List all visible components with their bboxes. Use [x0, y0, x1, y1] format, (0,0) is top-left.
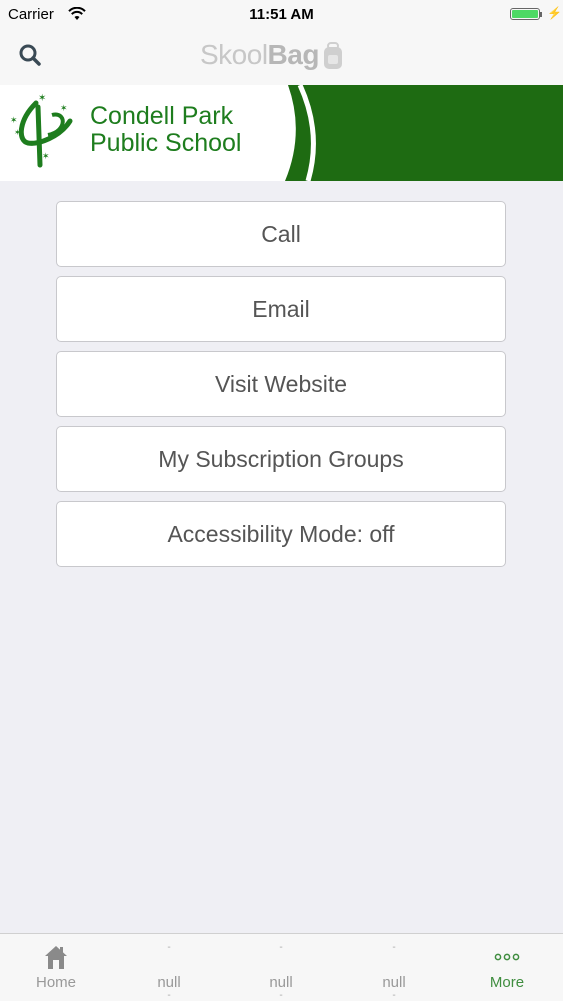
- banner-stripe: [285, 85, 563, 181]
- tab-placeholder-mark: -: [392, 990, 396, 1001]
- visit-website-button[interactable]: Visit Website: [56, 351, 506, 417]
- call-button[interactable]: Call: [56, 201, 506, 267]
- menu-list: Call Email Visit Website My Subscription…: [56, 201, 506, 576]
- battery-fill: [512, 10, 538, 18]
- tab-placeholder-mark: -: [279, 942, 283, 953]
- clock: 11:51 AM: [249, 6, 314, 23]
- tab-more[interactable]: More: [451, 934, 563, 1001]
- tab-home[interactable]: Home: [0, 934, 112, 1001]
- school-name-line1: Condell Park: [90, 102, 234, 130]
- battery-icon: [510, 8, 540, 20]
- svg-text:✶: ✶: [38, 93, 46, 104]
- tab-null-2-label: null: [269, 974, 293, 991]
- tab-null-1-label: null: [157, 974, 181, 991]
- backpack-icon: [323, 42, 342, 69]
- tab-null-1[interactable]: - null -: [113, 934, 225, 1001]
- school-emblem: ✶ ✶ ✶ ✶ ✶: [10, 93, 73, 168]
- tab-home-label: Home: [35, 974, 76, 991]
- nav-bar: SkoolBag: [0, 30, 563, 86]
- tab-bar: Home - null - - null - - null - More: [0, 933, 563, 1001]
- tab-null-3[interactable]: - null -: [338, 934, 450, 1001]
- tab-more-label: More: [489, 974, 525, 991]
- tab-placeholder-mark: -: [279, 990, 283, 1001]
- subscription-groups-button[interactable]: My Subscription Groups: [56, 426, 506, 492]
- more-icon: [494, 953, 520, 961]
- skoolbag-logo: SkoolBag: [200, 38, 345, 72]
- tab-placeholder-mark: -: [167, 990, 171, 1001]
- accessibility-mode-button[interactable]: Accessibility Mode: off: [56, 501, 506, 567]
- school-name: Condell Park Public School: [90, 103, 241, 157]
- svg-text:✶: ✶: [42, 151, 50, 161]
- search-button[interactable]: [15, 40, 45, 70]
- school-banner: ✶ ✶ ✶ ✶ ✶ Condell Park Public School: [0, 85, 563, 181]
- svg-text:✶: ✶: [60, 103, 68, 113]
- home-icon: [45, 946, 67, 969]
- tab-null-3-label: null: [382, 974, 406, 991]
- tab-placeholder-mark: -: [392, 942, 396, 953]
- school-name-line2: Public School: [90, 129, 242, 157]
- battery-tip: [540, 12, 542, 17]
- tab-placeholder-mark: -: [167, 942, 171, 953]
- svg-text:✶: ✶: [10, 115, 18, 125]
- email-button[interactable]: Email: [56, 276, 506, 342]
- search-icon: [19, 44, 41, 66]
- tab-null-2[interactable]: - null -: [225, 934, 337, 1001]
- logo-text: SkoolBag: [200, 39, 319, 70]
- svg-text:✶: ✶: [14, 128, 21, 137]
- status-bar: Carrier 11:51 AM ⚡: [0, 0, 563, 30]
- charging-icon: ⚡: [547, 6, 562, 20]
